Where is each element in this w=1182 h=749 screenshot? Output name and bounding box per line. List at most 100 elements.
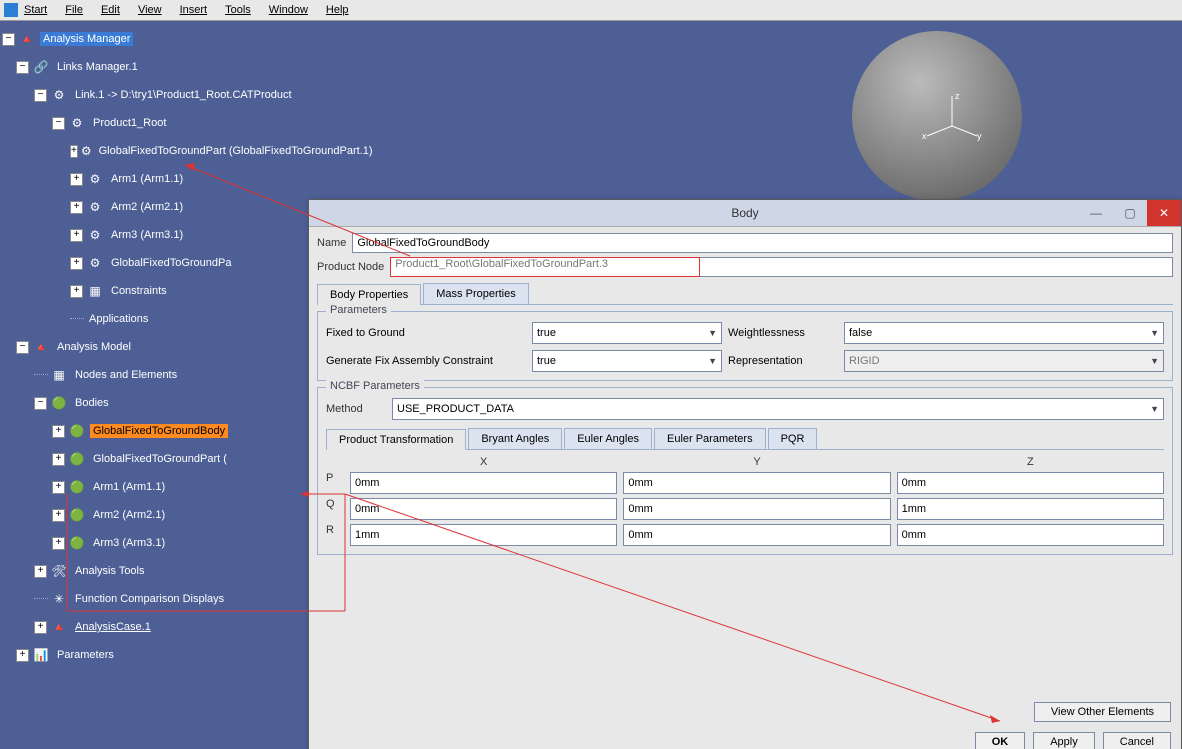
- tab-euler-parameters[interactable]: Euler Parameters: [654, 428, 766, 449]
- gen-fix-select[interactable]: true▼: [532, 350, 722, 372]
- menu-window[interactable]: Window: [269, 4, 308, 16]
- menu-file[interactable]: File: [65, 4, 83, 16]
- tree-applications[interactable]: Applications: [2, 305, 312, 333]
- expand-icon[interactable]: +: [70, 257, 83, 270]
- minimize-button[interactable]: —: [1079, 200, 1113, 226]
- expand-icon[interactable]: +: [52, 453, 65, 466]
- tab-bryant-angles[interactable]: Bryant Angles: [468, 428, 562, 449]
- tree-line: [70, 318, 84, 320]
- menu-help[interactable]: Help: [326, 4, 349, 16]
- method-select[interactable]: USE_PRODUCT_DATA▼: [392, 398, 1164, 420]
- view-other-elements-button[interactable]: View Other Elements: [1034, 702, 1171, 722]
- tree-parameters[interactable]: +📊Parameters: [2, 641, 312, 669]
- expand-icon[interactable]: +: [70, 145, 78, 158]
- tab-pqr[interactable]: PQR: [768, 428, 818, 449]
- collapse-icon[interactable]: −: [2, 33, 15, 46]
- tree-links-manager[interactable]: −🔗Links Manager.1: [2, 53, 312, 81]
- expand-icon[interactable]: +: [52, 537, 65, 550]
- fixed-to-ground-select[interactable]: true▼: [532, 322, 722, 344]
- menu-view[interactable]: View: [138, 4, 162, 16]
- expand-icon[interactable]: +: [70, 285, 83, 298]
- tab-euler-angles[interactable]: Euler Angles: [564, 428, 652, 449]
- expand-icon[interactable]: +: [52, 481, 65, 494]
- tree-constraints[interactable]: +▦Constraints: [2, 277, 312, 305]
- expand-icon[interactable]: +: [16, 649, 29, 662]
- tree-product-root[interactable]: −⚙Product1_Root: [2, 109, 312, 137]
- tree-label: Analysis Model: [54, 340, 134, 354]
- input-px[interactable]: 0mm: [350, 472, 617, 494]
- apply-button[interactable]: Apply: [1033, 732, 1095, 749]
- dialog-titlebar[interactable]: Body — ▢ ✕: [309, 200, 1181, 227]
- collapse-icon[interactable]: −: [52, 117, 65, 130]
- tree-gfg-part2[interactable]: +⚙GlobalFixedToGroundPa: [2, 249, 312, 277]
- tree-analysis-manager[interactable]: −🔺Analysis Manager: [2, 25, 312, 53]
- tree-nodes-elements[interactable]: ▦Nodes and Elements: [2, 361, 312, 389]
- chevron-down-icon: ▼: [708, 328, 717, 338]
- product-node-label: Product Node: [317, 261, 384, 273]
- input-rz[interactable]: 0mm: [897, 524, 1164, 546]
- chevron-down-icon: ▼: [1150, 404, 1159, 414]
- close-button[interactable]: ✕: [1147, 200, 1181, 226]
- pqr-grid: XYZ P0mm0mm0mm Q0mm0mm1mm R1mm0mm0mm: [326, 456, 1164, 546]
- tab-body-properties[interactable]: Body Properties: [317, 284, 421, 305]
- collapse-icon[interactable]: −: [34, 89, 47, 102]
- collapse-icon[interactable]: −: [34, 397, 47, 410]
- tree-func-comp[interactable]: ✳Function Comparison Displays: [2, 585, 312, 613]
- input-py[interactable]: 0mm: [623, 472, 890, 494]
- menu-insert[interactable]: Insert: [180, 4, 208, 16]
- tree-label: Analysis Tools: [72, 564, 148, 578]
- menu-edit[interactable]: Edit: [101, 4, 120, 16]
- tree-analysis-model[interactable]: −🔺Analysis Model: [2, 333, 312, 361]
- tree-bodies[interactable]: −🟢Bodies: [2, 389, 312, 417]
- weightlessness-select[interactable]: false▼: [844, 322, 1164, 344]
- expand-icon[interactable]: +: [70, 173, 83, 186]
- tree-body-gfgpart[interactable]: +🟢GlobalFixedToGroundPart (: [2, 445, 312, 473]
- select-value: RIGID: [849, 355, 880, 367]
- tree-analysis-tools[interactable]: +🛠Analysis Tools: [2, 557, 312, 585]
- menu-tools[interactable]: Tools: [225, 4, 251, 16]
- menu-bar: Start File Edit View Insert Tools Window…: [0, 0, 1182, 21]
- name-input[interactable]: [352, 233, 1173, 253]
- tree-link1[interactable]: −⚙Link.1 -> D:\try1\Product1_Root.CATPro…: [2, 81, 312, 109]
- ok-button[interactable]: OK: [975, 732, 1026, 749]
- tree-gfg-part[interactable]: +⚙GlobalFixedToGroundPart (GlobalFixedTo…: [2, 137, 312, 165]
- tree-label: GlobalFixedToGroundPart (: [90, 452, 230, 466]
- expand-icon[interactable]: +: [70, 201, 83, 214]
- col-x: X: [350, 456, 617, 468]
- expand-icon[interactable]: +: [34, 565, 47, 578]
- body-icon: 🟢: [68, 506, 86, 524]
- input-qy[interactable]: 0mm: [623, 498, 890, 520]
- input-ry[interactable]: 0mm: [623, 524, 890, 546]
- spec-tree[interactable]: −🔺Analysis Manager −🔗Links Manager.1 −⚙L…: [0, 21, 312, 669]
- input-qx[interactable]: 0mm: [350, 498, 617, 520]
- tree-body-arm2[interactable]: +🟢Arm2 (Arm2.1): [2, 501, 312, 529]
- input-qz[interactable]: 1mm: [897, 498, 1164, 520]
- menu-start[interactable]: Start: [24, 4, 47, 16]
- expand-icon[interactable]: +: [34, 621, 47, 634]
- cancel-button[interactable]: Cancel: [1103, 732, 1171, 749]
- maximize-button[interactable]: ▢: [1113, 200, 1147, 226]
- tab-product-transformation[interactable]: Product Transformation: [326, 429, 466, 450]
- tree-body-arm1[interactable]: +🟢Arm1 (Arm1.1): [2, 473, 312, 501]
- input-pz[interactable]: 0mm: [897, 472, 1164, 494]
- expand-icon[interactable]: +: [52, 425, 65, 438]
- tree-body-arm3[interactable]: +🟢Arm3 (Arm3.1): [2, 529, 312, 557]
- tree-label: AnalysisCase.1: [72, 620, 154, 634]
- tree-label: Bodies: [72, 396, 112, 410]
- expand-icon[interactable]: +: [52, 509, 65, 522]
- collapse-icon[interactable]: −: [16, 341, 29, 354]
- tree-body-gfgbody[interactable]: +🟢GlobalFixedToGroundBody: [2, 417, 312, 445]
- input-rx[interactable]: 1mm: [350, 524, 617, 546]
- tree-analysis-case[interactable]: +🔺AnalysisCase.1: [2, 613, 312, 641]
- tree-arm3[interactable]: +⚙Arm3 (Arm3.1): [2, 221, 312, 249]
- col-y: Y: [623, 456, 890, 468]
- app-icon: [4, 3, 18, 17]
- svg-text:y: y: [977, 131, 982, 141]
- tab-mass-properties[interactable]: Mass Properties: [423, 283, 528, 304]
- collapse-icon[interactable]: −: [16, 61, 29, 74]
- expand-icon[interactable]: +: [70, 229, 83, 242]
- params-icon: 📊: [32, 646, 50, 664]
- tree-arm2[interactable]: +⚙Arm2 (Arm2.1): [2, 193, 312, 221]
- chevron-down-icon: ▼: [708, 356, 717, 366]
- tree-arm1[interactable]: +⚙Arm1 (Arm1.1): [2, 165, 312, 193]
